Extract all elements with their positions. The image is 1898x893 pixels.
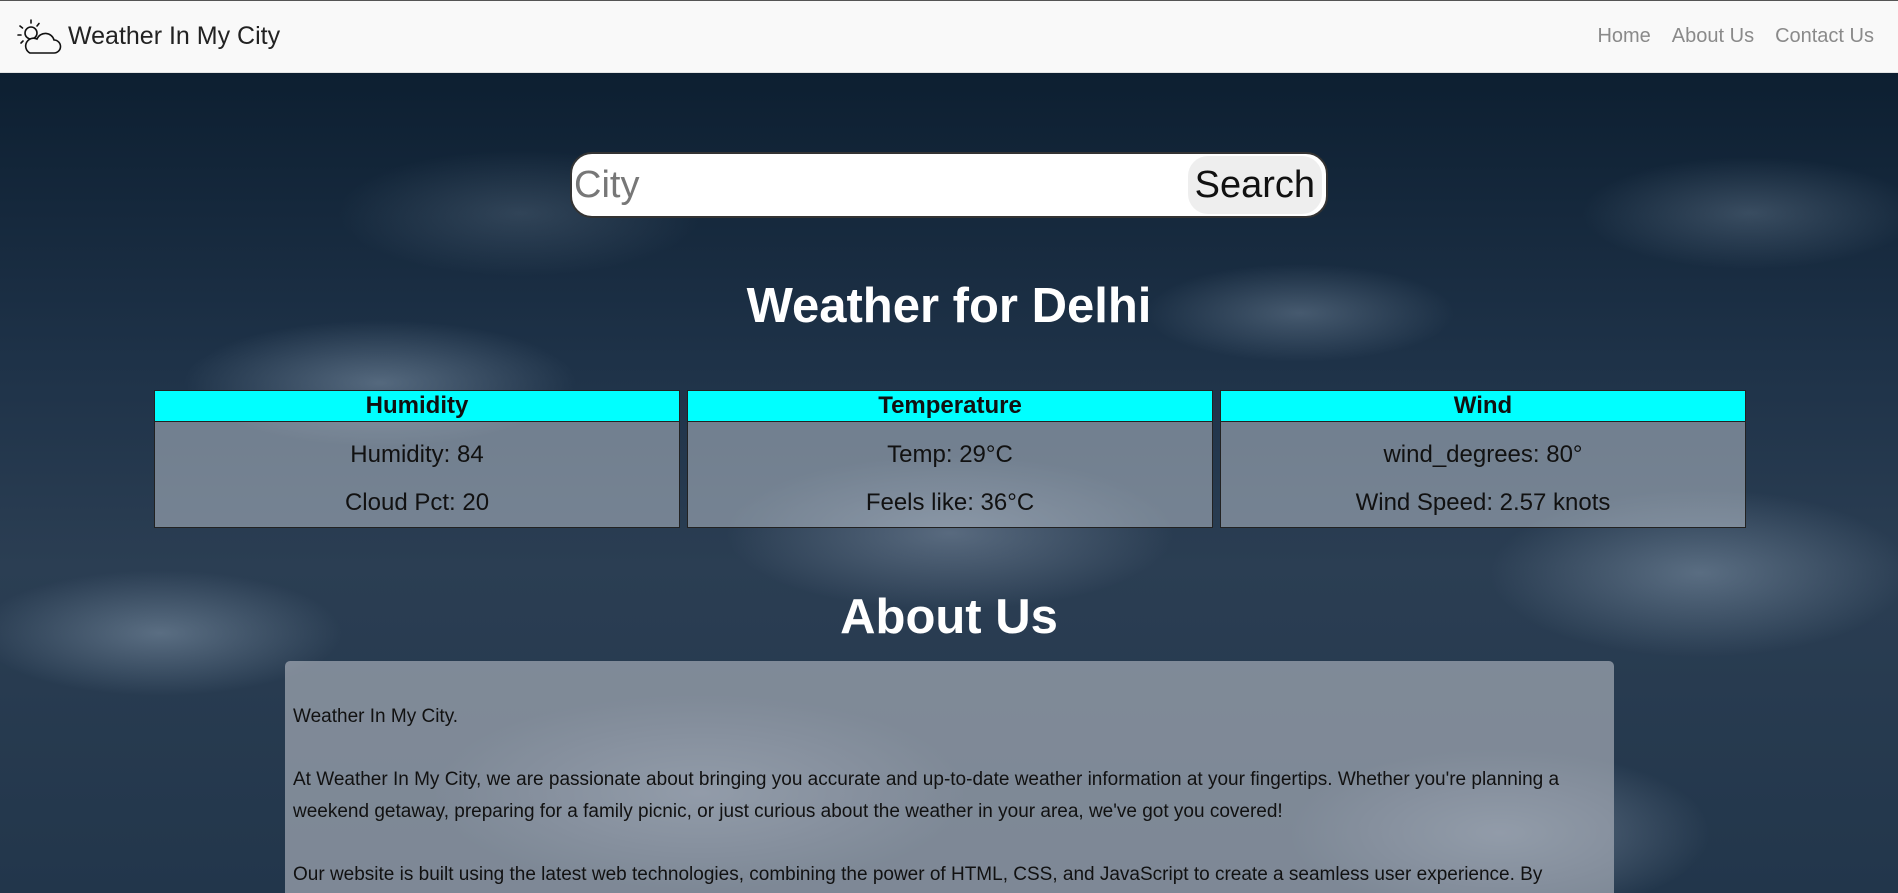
navbar: Weather In My City Home About Us Contact…	[0, 0, 1898, 73]
sky-background: Search Weather for Delhi Humidity Humidi…	[0, 73, 1898, 893]
about-paragraph: Weather In My City.	[293, 706, 459, 727]
about-paragraph: At Weather In My City, we are passionate…	[293, 769, 1560, 822]
humidity-card: Humidity Humidity: 84 Cloud Pct: 20	[154, 390, 680, 528]
nav-about-link[interactable]: About Us	[1672, 25, 1754, 48]
temp-value: Temp: 29°C	[887, 441, 1013, 468]
temperature-card: Temperature Temp: 29°C Feels like: 36°C	[687, 390, 1213, 528]
card-header: Temperature	[688, 391, 1212, 422]
about-paragraph: Our website is built using the latest we…	[293, 864, 1543, 885]
card-header: Humidity	[155, 391, 679, 422]
nav-contact-link[interactable]: Contact Us	[1775, 25, 1874, 48]
cloud-pct-value: Cloud Pct: 20	[344, 489, 490, 516]
cloud-sun-icon	[17, 18, 62, 54]
search-form: Search	[570, 152, 1328, 218]
about-section: Weather In My City. At Weather In My Cit…	[285, 661, 1614, 893]
card-header: Wind	[1221, 391, 1745, 422]
brand-link[interactable]: Weather In My City	[14, 17, 280, 57]
wind-degrees-value: wind_degrees: 80°	[1383, 441, 1583, 468]
about-title: About Us	[840, 590, 1058, 644]
nav-home-link[interactable]: Home	[1597, 25, 1650, 48]
wind-speed-value: Wind Speed: 2.57 knots	[1355, 489, 1611, 516]
search-button[interactable]: Search	[1187, 156, 1322, 214]
weather-title: Weather for Delhi	[746, 279, 1152, 333]
humidity-value: Humidity: 84	[350, 441, 484, 468]
city-search-input[interactable]	[572, 154, 1188, 216]
wind-card: Wind wind_degrees: 80° Wind Speed: 2.57 …	[1220, 390, 1746, 528]
feels-like-value: Feels like: 36°C	[865, 489, 1035, 516]
nav-links: Home About Us Contact Us	[1576, 25, 1874, 48]
brand-name: Weather In My City	[68, 22, 281, 50]
